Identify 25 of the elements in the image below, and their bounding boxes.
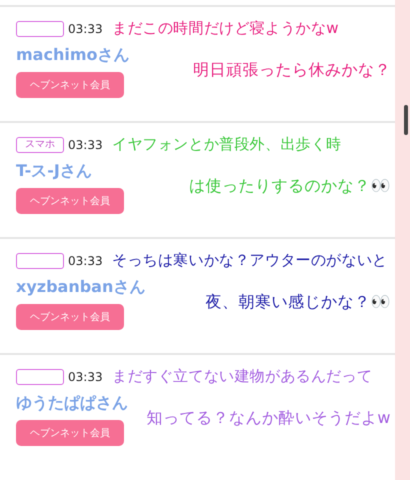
post-time: 03:33: [68, 138, 103, 152]
caption-text: まだこの時間だけど寝ようかなw: [112, 19, 339, 38]
member-badge: ヘブンネット会員: [16, 420, 124, 446]
post-time: 03:33: [68, 22, 103, 36]
caption-text: イヤフォンとか普段外、出歩く時: [112, 135, 342, 154]
user-name[interactable]: xyzbanbanさん: [16, 277, 146, 298]
post-time: 03:33: [68, 370, 103, 384]
device-tag: [16, 369, 64, 385]
device-tag: スマホ: [16, 137, 64, 153]
user-name[interactable]: T-ス-Jさん: [16, 161, 92, 182]
user-name[interactable]: machimoさん: [16, 45, 130, 66]
caption-text: 明日頑張ったら休みかな？: [193, 60, 391, 81]
caption-text: そっちは寒いかな？アウターのがないと: [112, 251, 388, 270]
user-name[interactable]: ゆうたぱぱさん: [16, 393, 128, 414]
scrollbar-thumb[interactable]: [404, 105, 408, 135]
member-badge: ヘブンネット会員: [16, 72, 124, 98]
caption-text: 知ってる？なんか酔いそうだよw: [146, 408, 391, 429]
caption-text: まだすぐ立てない建物があるんだって: [112, 367, 372, 386]
caption-text: 夜、朝寒い感じかな？👀: [206, 292, 391, 313]
member-badge: ヘブンネット会員: [16, 188, 124, 214]
caption-text: は使ったりするのかな？👀: [189, 176, 391, 197]
member-badge: ヘブンネット会員: [16, 304, 124, 330]
device-tag: [16, 253, 64, 269]
device-tag: [16, 21, 64, 37]
post-time: 03:33: [68, 254, 103, 268]
